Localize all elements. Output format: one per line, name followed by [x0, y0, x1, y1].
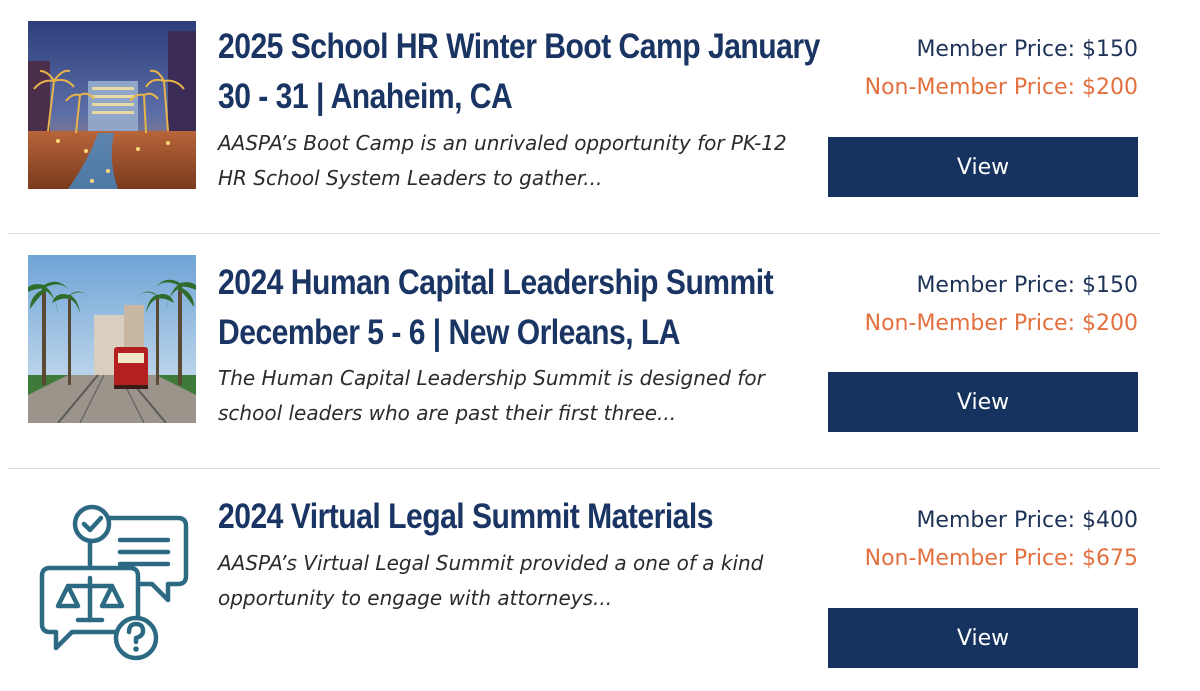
price-block: Member Price: $400 Non-Member Price: $67… — [818, 502, 1138, 578]
legal-chat-icon — [39, 504, 189, 661]
event-title[interactable]: 2025 School HR Winter Boot Camp January … — [218, 22, 820, 122]
list-item: 2024 Human Capital Leadership Summit Dec… — [0, 235, 1200, 470]
member-price: Member Price: $150 — [916, 37, 1138, 62]
new-orleans-streetcar-image — [28, 255, 196, 423]
anaheim-plaza-image — [28, 21, 196, 189]
member-price: Member Price: $400 — [916, 508, 1138, 533]
view-button[interactable]: View — [828, 372, 1138, 432]
list-item: 2024 Virtual Legal Summit Materials AASP… — [0, 470, 1200, 691]
divider — [8, 468, 1160, 469]
event-title[interactable]: 2024 Human Capital Leadership Summit Dec… — [218, 258, 820, 358]
non-member-price: Non-Member Price: $200 — [864, 311, 1138, 336]
price-block: Member Price: $150 Non-Member Price: $20… — [818, 267, 1138, 343]
divider — [8, 233, 1160, 234]
non-member-price: Non-Member Price: $200 — [864, 75, 1138, 100]
event-thumbnail-legal[interactable] — [28, 496, 196, 664]
event-description: The Human Capital Leadership Summit is d… — [218, 366, 765, 425]
view-button[interactable]: View — [828, 608, 1138, 668]
event-list: 2025 School HR Winter Boot Camp January … — [0, 0, 1200, 691]
list-item: 2025 School HR Winter Boot Camp January … — [0, 0, 1200, 235]
member-price: Member Price: $150 — [916, 273, 1138, 298]
event-thumbnail-new-orleans[interactable] — [28, 255, 196, 423]
event-title[interactable]: 2024 Virtual Legal Summit Materials — [218, 492, 820, 542]
event-thumbnail-anaheim[interactable] — [28, 21, 196, 189]
price-block: Member Price: $150 Non-Member Price: $20… — [818, 31, 1138, 107]
non-member-price: Non-Member Price: $675 — [864, 546, 1138, 571]
event-description: AASPA’s Virtual Legal Summit provided a … — [218, 551, 764, 610]
event-description: AASPA’s Boot Camp is an unrivaled opport… — [218, 131, 787, 190]
view-button[interactable]: View — [828, 137, 1138, 197]
